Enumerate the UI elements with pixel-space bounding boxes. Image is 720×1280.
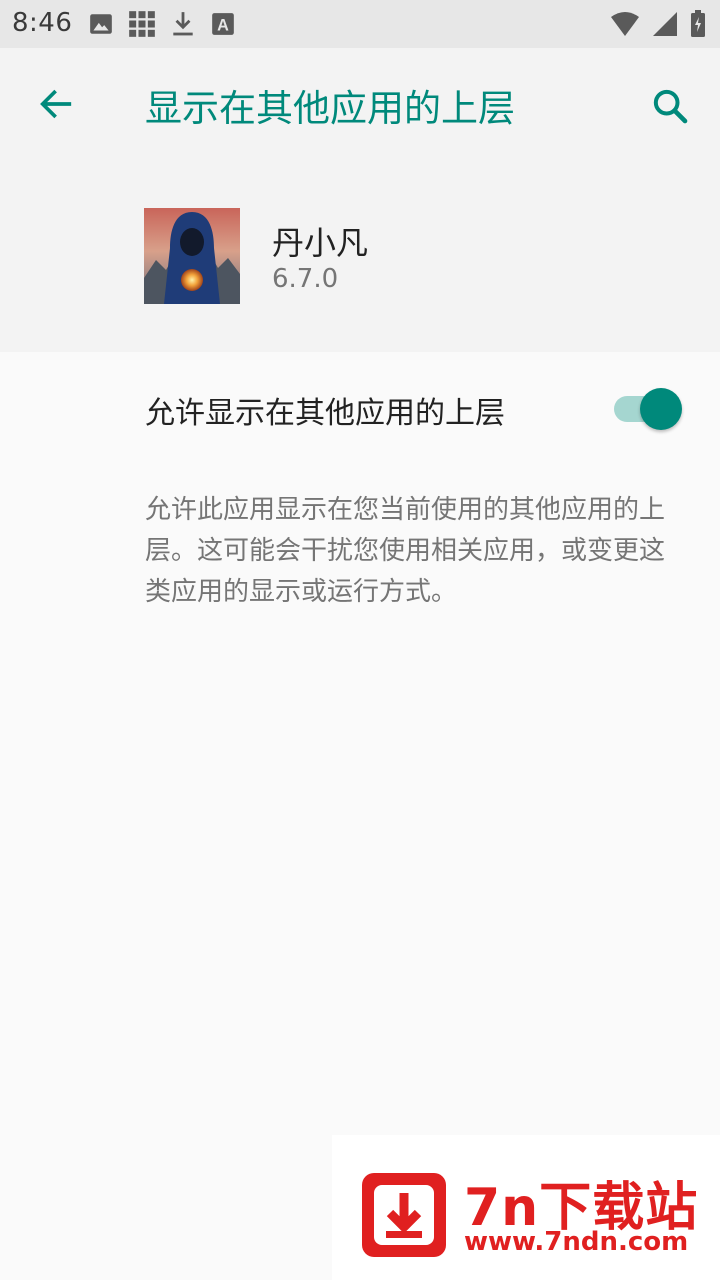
status-time: 8:46 (12, 8, 73, 38)
download-icon (173, 12, 193, 36)
battery-icon (691, 10, 705, 37)
search-button[interactable] (638, 74, 702, 138)
app-name: 丹小凡 (272, 224, 369, 262)
app-version: 6.7.0 (272, 264, 339, 294)
back-button[interactable] (26, 74, 86, 134)
permission-switch-label: 允许显示在其他应用的上层 (145, 396, 505, 431)
permission-description: 允许此应用显示在您当前使用的其他应用的上层。这可能会干扰您使用相关应用，或变更这… (145, 495, 666, 607)
app-header: 丹小凡 6.7.0 (0, 160, 720, 352)
permission-switch-row[interactable]: 允许显示在其他应用的上层 (0, 352, 720, 462)
status-bar: 8:46 A (0, 0, 720, 48)
a-box-icon: A (212, 13, 234, 35)
status-notification-icons: A (88, 10, 236, 38)
download-logo-icon (362, 1173, 446, 1257)
toggle-thumb (640, 388, 682, 430)
page-title: 显示在其他应用的上层 (145, 87, 515, 130)
arrow-back-icon (40, 89, 72, 119)
signal-icon (653, 12, 677, 36)
status-system-icons (610, 10, 706, 38)
grid-icon (129, 11, 155, 37)
app-bar: 显示在其他应用的上层 (0, 48, 720, 160)
wifi-icon (611, 12, 639, 36)
app-icon (144, 208, 240, 304)
permission-toggle[interactable] (614, 386, 682, 430)
search-icon (653, 89, 688, 124)
watermark: 7n下载站 www.7ndn.com (332, 1135, 720, 1280)
image-icon (90, 14, 112, 34)
watermark-url: www.7ndn.com (464, 1227, 689, 1257)
svg-text:A: A (217, 17, 229, 35)
